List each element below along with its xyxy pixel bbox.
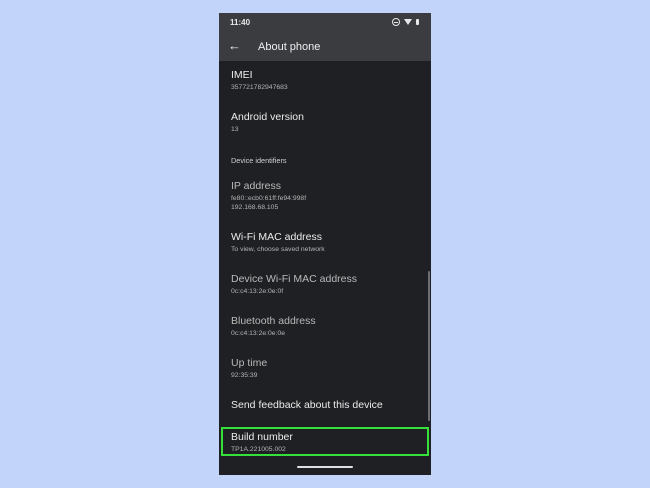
page-title: About phone	[258, 41, 321, 53]
item-title: Bluetooth address	[231, 315, 316, 327]
item-value: 357721782947683	[231, 84, 288, 91]
send-feedback-item[interactable]: Send feedback about this device	[231, 399, 383, 411]
item-title: Send feedback about this device	[231, 399, 383, 411]
item-title: Up time	[231, 357, 268, 369]
scrollbar[interactable]	[428, 271, 430, 421]
item-value: 0c:c4:13:2e:0e:0f	[231, 288, 284, 295]
ip-address-item[interactable]: IP address fe80::ecb0:61ff:fe94:998f 192…	[231, 180, 306, 212]
back-arrow-icon[interactable]: ←	[228, 38, 241, 54]
device-wifi-mac-address-item[interactable]: Device Wi-Fi MAC address 0c:c4:13:2e:0e:…	[231, 273, 357, 297]
bluetooth-address-item[interactable]: Bluetooth address 0c:c4:13:2e:0e:0e	[231, 315, 316, 339]
build-number-highlight	[221, 427, 429, 456]
status-time: 11:40	[230, 18, 251, 27]
battery-icon	[416, 19, 419, 25]
settings-list[interactable]: IMEI 357721782947683 Android version 13 …	[219, 61, 431, 475]
section-header-device-identifiers: Device identifiers	[231, 156, 287, 165]
item-value: 13	[231, 126, 239, 133]
item-title: Wi-Fi MAC address	[231, 231, 323, 243]
wifi-icon	[404, 19, 412, 25]
imei-item[interactable]: IMEI 357721782947683	[231, 69, 288, 93]
item-value: 92:35:39	[231, 372, 258, 379]
home-indicator[interactable]	[297, 466, 353, 468]
item-title: IP address	[231, 180, 282, 192]
item-title: Device Wi-Fi MAC address	[231, 273, 358, 285]
wifi-mac-address-item[interactable]: Wi-Fi MAC address To view, choose saved …	[231, 231, 325, 255]
android-version-item[interactable]: Android version 13	[231, 111, 304, 135]
item-value-secondary: 192.168.68.105	[231, 203, 279, 211]
item-title: Android version	[231, 111, 304, 123]
status-icons	[392, 18, 419, 26]
status-bar: 11:40	[219, 13, 431, 33]
do-not-disturb-icon	[392, 18, 400, 26]
item-title: IMEI	[231, 69, 253, 81]
up-time-item[interactable]: Up time 92:35:39	[231, 357, 267, 381]
phone-screen: 11:40 ← About phone IMEI 357721782947683…	[219, 13, 431, 475]
app-bar: ← About phone	[219, 33, 431, 61]
item-value: To view, choose saved network	[231, 246, 325, 253]
item-value: fe80::ecb0:61ff:fe94:998f	[231, 195, 307, 202]
item-value: 0c:c4:13:2e:0e:0e	[231, 330, 286, 337]
